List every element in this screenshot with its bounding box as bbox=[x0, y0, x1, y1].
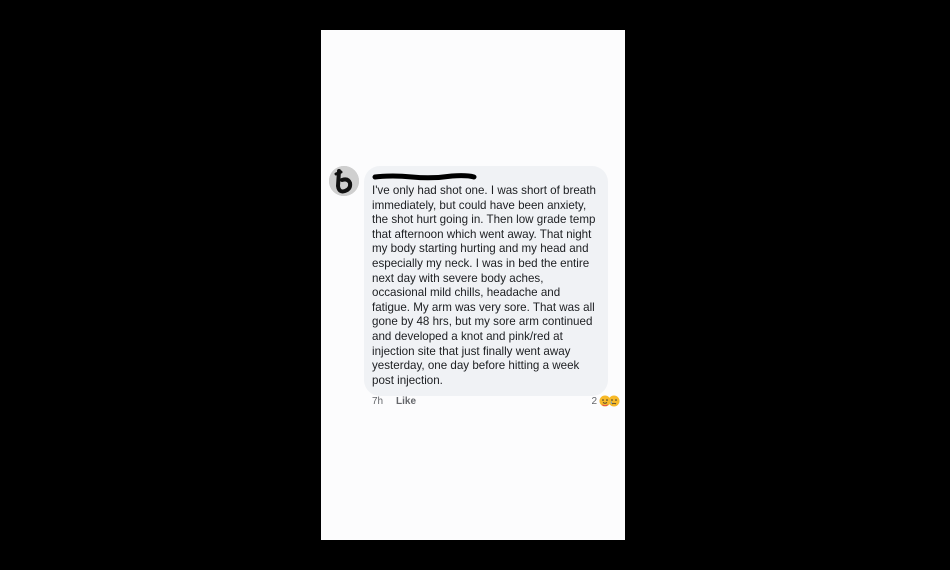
phone-screen: I've only had shot one. I was short of b… bbox=[321, 30, 625, 540]
sad-emoji-icon bbox=[608, 395, 620, 407]
comment-timestamp[interactable]: 7h bbox=[372, 396, 383, 407]
comment-text: I've only had shot one. I was short of b… bbox=[372, 184, 596, 387]
comment-bubble: I've only had shot one. I was short of b… bbox=[364, 166, 608, 397]
like-button[interactable]: Like bbox=[396, 396, 416, 407]
reactions[interactable]: 2 bbox=[591, 395, 620, 407]
reaction-count: 2 bbox=[591, 395, 597, 407]
avatar[interactable] bbox=[329, 166, 359, 196]
avatar-redacted-scribble bbox=[329, 166, 359, 196]
comment-meta: 7h Like 2 bbox=[372, 395, 620, 409]
author-name-redacted[interactable] bbox=[372, 172, 600, 182]
